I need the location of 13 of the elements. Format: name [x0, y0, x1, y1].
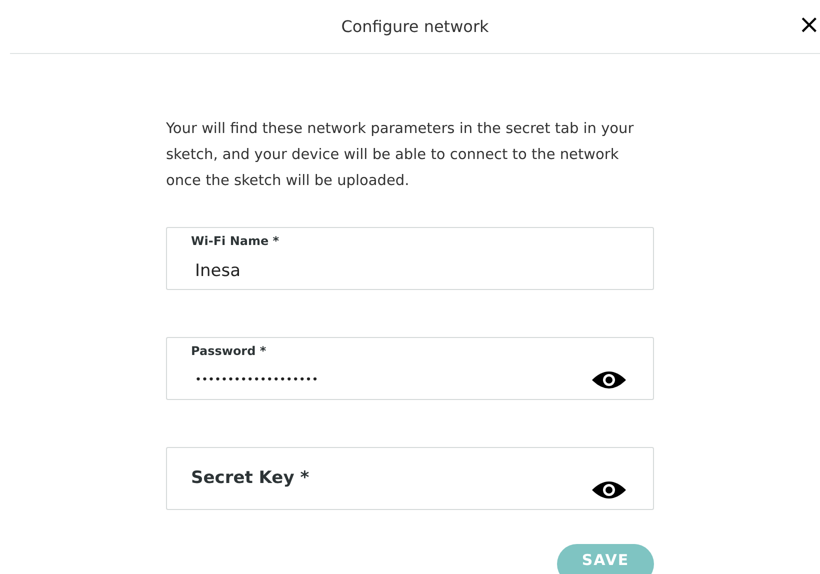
close-button[interactable]: × — [798, 12, 820, 38]
field-label: Secret Key * — [191, 468, 310, 488]
field-label: Password * — [191, 344, 266, 358]
field-value: Inesa — [194, 261, 242, 281]
input-field[interactable]: Secret Key * — [166, 447, 654, 510]
field-label: Wi-Fi Name * — [191, 234, 280, 248]
field-value: ••••••••••••••••••• — [194, 373, 320, 388]
eye-icon[interactable] — [591, 479, 627, 501]
dialog-title: Configure network — [341, 17, 489, 36]
input-field[interactable]: Wi-Fi Name * Inesa — [166, 227, 654, 290]
input-field[interactable]: Password * ••••••••••••••••••• — [166, 337, 654, 400]
description-text: Your will find these network parameters in the secret tab in your sketch, and your device will be able to connect to the network once the sketch will be uploaded. — [166, 120, 635, 191]
eye-icon[interactable] — [591, 369, 627, 391]
